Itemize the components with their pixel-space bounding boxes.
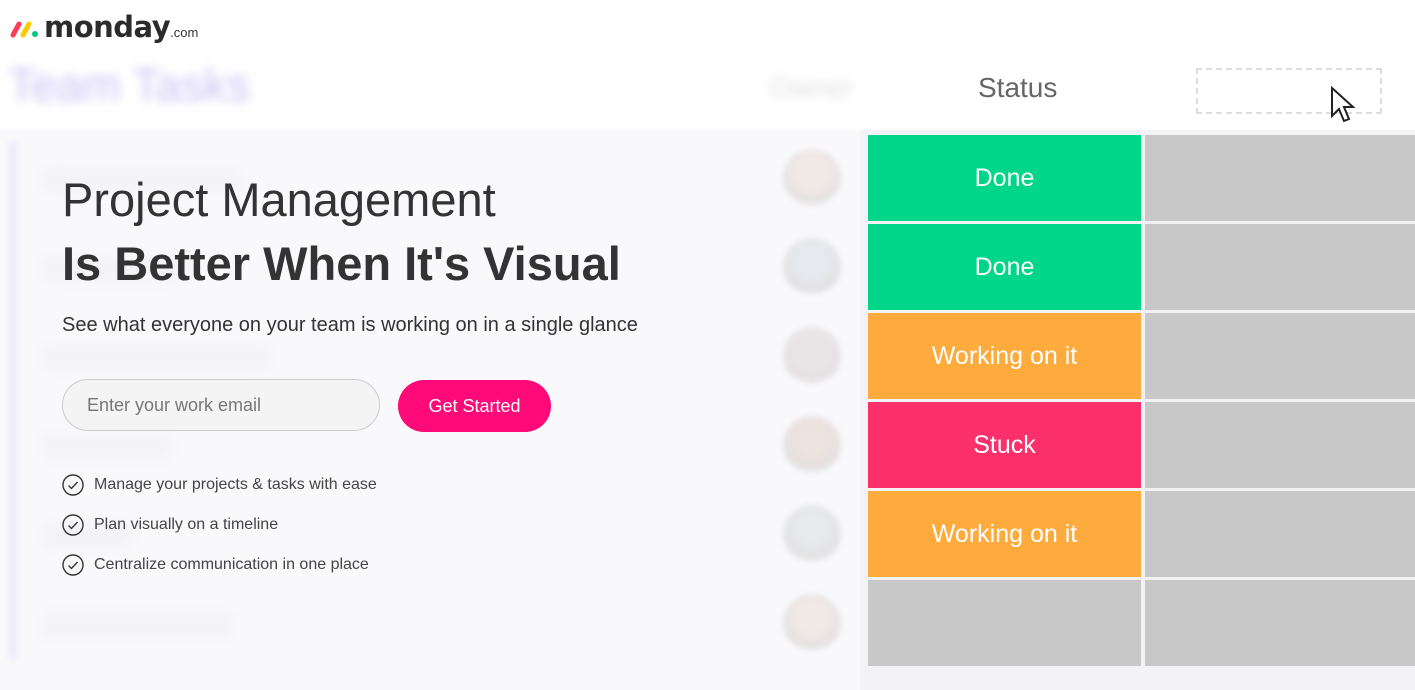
status-column-header: Status [978,72,1058,103]
status-cell[interactable]: Stuck [868,402,1141,488]
logo-text: monday [44,10,171,44]
empty-cell[interactable] [1145,135,1415,221]
check-circle-icon [62,514,84,536]
logo-suffix: .com [170,25,199,40]
check-circle-icon [62,554,84,576]
get-started-button[interactable]: Get Started [398,380,551,432]
empty-cell[interactable] [1145,491,1415,577]
status-cell[interactable]: Done [868,135,1141,221]
check-circle-icon [62,474,84,496]
status-cell[interactable]: Working on it [868,491,1141,577]
status-cell[interactable]: Done [868,224,1141,310]
feature-text: Plan visually on a timeline [94,516,279,533]
feature-item: Centralize communication in one place [62,554,369,576]
monday-logo-icon [10,21,38,38]
feature-text: Centralize communication in one place [94,556,369,573]
board-title: Team Tasks [8,59,251,111]
feature-text: Manage your projects & tasks with ease [94,476,377,493]
headline-line-1: Project Management [62,173,496,226]
monday-logo[interactable]: monday .com [10,10,198,44]
mouse-cursor-icon [1331,86,1356,123]
empty-cell[interactable] [1145,402,1415,488]
feature-item: Plan visually on a timeline [62,514,278,536]
empty-cell[interactable] [1145,224,1415,310]
owner-column-header: Owner [770,72,853,103]
work-email-input[interactable] [62,379,380,431]
headline-line-2: Is Better When It's Visual [62,237,621,290]
empty-cell[interactable] [1145,313,1415,399]
hero-subtitle: See what everyone on your team is workin… [62,314,638,336]
status-cell[interactable]: Working on it [868,313,1141,399]
status-cell[interactable] [868,580,1141,666]
empty-cell[interactable] [1145,580,1415,666]
feature-item: Manage your projects & tasks with ease [62,474,377,496]
